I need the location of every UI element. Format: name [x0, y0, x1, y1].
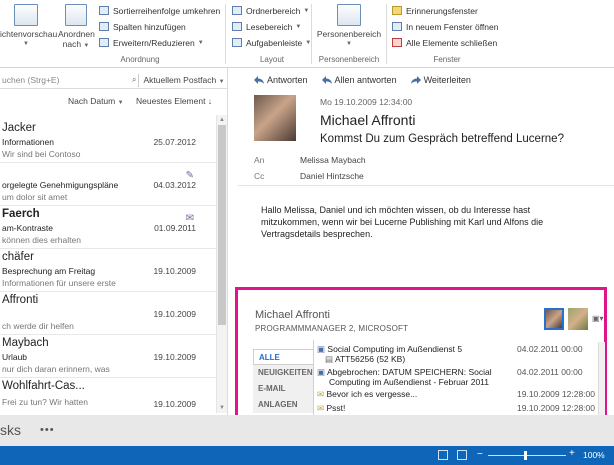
ribbon: ichtenvorschau ▼ Anordnen nach ▼ Sortier…	[0, 0, 614, 68]
zoom-in-icon[interactable]: +	[569, 448, 575, 459]
normal-view-icon[interactable]	[438, 450, 448, 460]
people-pane-options-icon[interactable]: ▣▾	[592, 314, 604, 323]
group-label-layout: Layout	[259, 55, 285, 64]
close-all-icon	[392, 38, 402, 47]
sender-photo[interactable]	[254, 95, 296, 141]
tab-updates[interactable]: NEUIGKEITEN	[253, 365, 313, 381]
message-datetime: Mo 19.10.2009 12:34:00	[320, 97, 413, 107]
cc-label: Cc	[254, 171, 265, 181]
reminders-window-button[interactable]: Erinnerungsfenster	[392, 4, 498, 17]
folder-pane-button[interactable]: Ordnerbereich ▼	[232, 4, 311, 17]
people-pane-icon	[337, 4, 361, 26]
reading-view-button[interactable]: ichtenvorschau ▼	[0, 4, 57, 49]
message-subject: Kommst Du zum Gespräch betreffend Lucern…	[320, 133, 564, 145]
sort-order-toggle[interactable]: Neuestes Element ↓	[136, 96, 212, 106]
list-scrollbar[interactable]: ▲ ▼	[216, 115, 227, 413]
todo-bar-button[interactable]: Aufgabenleiste ▼	[232, 36, 311, 49]
group-label-people: Personenbereich	[318, 55, 380, 64]
reading-pane-icon	[232, 22, 242, 31]
divider	[313, 340, 314, 416]
columns-icon	[99, 22, 109, 31]
list-item[interactable]: Maybach Urlaub nur dich daran erinnern, …	[0, 335, 216, 378]
contact-name[interactable]: Michael Affronti	[255, 309, 330, 321]
arrange-by-button[interactable]: Anordnen nach ▼	[58, 4, 95, 51]
contact-photo[interactable]	[568, 308, 588, 330]
reading-pane-button[interactable]: Lesebereich ▼	[232, 20, 311, 33]
contact-photo[interactable]	[544, 308, 564, 330]
add-columns-button[interactable]: Spalten hinzufügen	[99, 20, 220, 33]
arrangement-small-buttons: Sortierreihenfolge umkehren Spalten hinz…	[99, 4, 220, 49]
people-pane-scrollbar[interactable]	[598, 342, 605, 416]
search-bar: uchen (Strg+E) ⌕ Aktuellem Postfach ▼	[0, 72, 228, 89]
reply-all-icon	[321, 76, 332, 84]
list-item[interactable]: Jacker Informationen Wir sind bei Contos…	[0, 120, 216, 163]
reply-button[interactable]: Antworten	[254, 75, 308, 85]
todo-bar-icon	[232, 38, 242, 47]
group-label-arrangement: Anordnung	[120, 55, 160, 64]
expand-collapse-button[interactable]: Erweitern/Reduzieren ▼	[99, 36, 220, 49]
close-all-items-button[interactable]: Alle Elemente schließen	[392, 36, 498, 49]
folder-pane-icon	[232, 6, 242, 15]
people-pane-tabs: ALLE NEUIGKEITEN E-MAIL ANLAGEN	[253, 349, 313, 413]
reverse-sort-button[interactable]: Sortierreihenfolge umkehren	[99, 4, 220, 17]
sort-by-dropdown[interactable]: Nach Datum ▼	[68, 96, 124, 106]
open-new-window-button[interactable]: In neuem Fenster öffnen	[392, 20, 498, 33]
zoom-out-icon[interactable]: −	[477, 449, 483, 460]
message-list-pane: uchen (Strg+E) ⌕ Aktuellem Postfach ▼ Na…	[0, 68, 228, 415]
divider	[225, 4, 226, 64]
people-pane-button[interactable]: Personenbereich ▼	[316, 4, 382, 49]
list-item[interactable]: Affronti ch werde dir helfen 19.10.2009	[0, 292, 216, 335]
zoom-level[interactable]: 100%	[583, 450, 605, 460]
tab-email[interactable]: E-MAIL	[253, 381, 313, 397]
list-item[interactable]: ✉ Psst!	[317, 403, 345, 414]
contact-title: PROGRAMMMANAGER 2, MICROSOFT	[255, 324, 409, 333]
attachment-item[interactable]: ▤ ATT56256 (52 KB)	[325, 354, 405, 365]
divider	[386, 4, 387, 64]
divider	[238, 185, 614, 186]
expand-icon	[99, 38, 109, 47]
sort-icon	[99, 6, 109, 15]
scroll-down-arrow-icon[interactable]: ▼	[217, 403, 227, 413]
to-recipient[interactable]: Melissa Maybach	[300, 155, 366, 165]
to-label: An	[254, 155, 265, 165]
nav-more-button[interactable]: •••	[40, 424, 55, 436]
tab-all[interactable]: ALLE	[253, 349, 313, 365]
window-buttons: Erinnerungsfenster In neuem Fenster öffn…	[392, 4, 498, 49]
reminder-icon	[392, 6, 402, 15]
list-item[interactable]: chäfer Besprechung am Freitag Informatio…	[0, 249, 216, 292]
zoom-slider-thumb[interactable]	[524, 451, 527, 460]
reply-all-button[interactable]: Allen antworten	[321, 75, 397, 85]
message-body: Hallo Melissa, Daniel und ich möchten wi…	[261, 205, 544, 239]
scroll-up-arrow-icon[interactable]: ▲	[217, 115, 227, 125]
message-sender[interactable]: Michael Affronti	[320, 112, 415, 128]
group-label-window: Fenster	[433, 55, 461, 64]
search-icon[interactable]: ⌕	[132, 75, 136, 85]
tab-attachments[interactable]: ANLAGEN	[253, 397, 313, 413]
sort-header: Nach Datum ▼ Neuestes Element ↓	[0, 92, 216, 110]
message-actions: Antworten Allen antworten Weiterleiten	[254, 75, 471, 85]
view-icon	[14, 4, 38, 26]
cc-recipient[interactable]: Daniel Hintzsche	[300, 171, 364, 181]
search-scope-dropdown[interactable]: Aktuellem Postfach ▼	[138, 73, 225, 87]
reply-icon	[254, 76, 264, 84]
status-bar: − + 100%	[0, 446, 614, 465]
search-input[interactable]: uchen (Strg+E)	[0, 75, 132, 85]
list-item[interactable]: Wohlfahrt-Cas... Frei zu tun? Wir hatten…	[0, 378, 216, 415]
forward-icon	[410, 76, 421, 84]
reading-view-icon[interactable]	[457, 450, 467, 460]
navigation-bar: sks •••	[0, 415, 614, 446]
nav-tasks[interactable]: sks	[0, 422, 21, 438]
forward-button[interactable]: Weiterleiten	[410, 75, 471, 85]
divider	[311, 4, 312, 64]
new-window-icon	[392, 22, 402, 31]
list-item[interactable]: orgelegte Genehmigungspläne um dolor sit…	[0, 163, 216, 206]
layout-buttons: Ordnerbereich ▼ Lesebereich ▼ Aufgabenleis…	[232, 4, 311, 49]
arrange-icon	[65, 4, 87, 26]
list-item[interactable]: ✉ Bevor ich es vergesse...	[317, 389, 417, 400]
zoom-slider[interactable]	[488, 455, 566, 456]
list-item[interactable]: Faerch am-Kontraste können dies erhalten…	[0, 206, 216, 249]
scrollbar-thumb[interactable]	[218, 125, 226, 325]
